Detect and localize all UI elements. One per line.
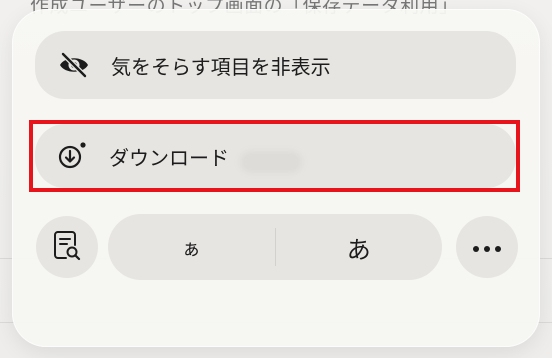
document-search-icon [53, 229, 81, 265]
kana-small-button[interactable]: ぁ [108, 214, 275, 280]
highlight-box [29, 120, 520, 192]
kana-large-label: あ [346, 235, 371, 264]
more-button[interactable] [456, 216, 518, 278]
kana-size-selector: ぁ あ [108, 214, 442, 280]
ellipsis-icon [472, 238, 502, 257]
eye-slash-icon [57, 48, 91, 82]
hide-distracting-items-button[interactable]: 気をそらす項目を非表示 [35, 31, 516, 99]
hide-distracting-items-label: 気をそらす項目を非表示 [111, 54, 331, 79]
kana-small-label: ぁ [181, 237, 201, 260]
screen: 作成ユーザーのトップ画面の「保存データ利用」 気をそらす項目を非表示 [0, 0, 552, 358]
lookup-button[interactable] [36, 216, 98, 278]
kana-large-button[interactable]: あ [276, 214, 443, 280]
